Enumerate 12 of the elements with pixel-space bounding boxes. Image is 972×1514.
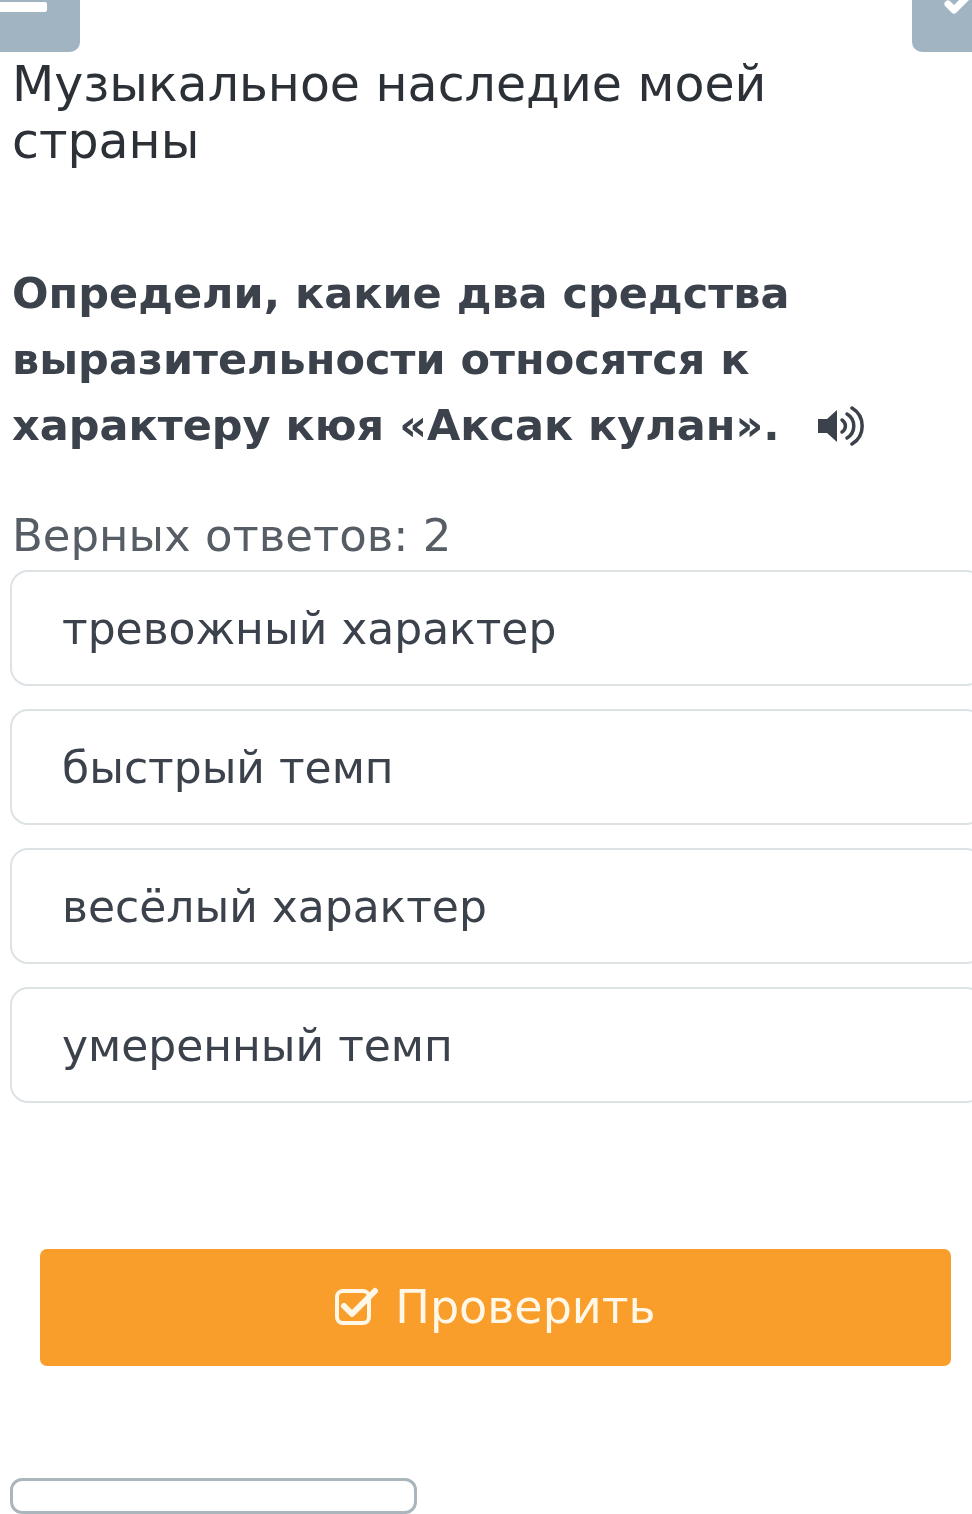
edit-button[interactable] [912,0,972,52]
menu-button[interactable] [0,0,80,52]
correct-answers-count: Верных ответов: 2 [12,508,452,564]
answer-option[interactable]: быстрый темп [10,709,972,825]
lesson-title: Музыкальное наследие моей страны [12,56,768,170]
speaker-icon[interactable] [815,406,864,446]
answer-option[interactable]: умеренный темп [10,987,972,1103]
menu-icon [0,0,47,12]
question-text: Определи, какие два средства выразительности относятся к характеру кюя «Аксак кулан». [12,268,790,450]
answer-option[interactable]: тревожный характер [10,570,972,686]
answer-option[interactable]: весёлый характер [10,848,972,964]
checkbox-check-icon [335,1287,380,1328]
